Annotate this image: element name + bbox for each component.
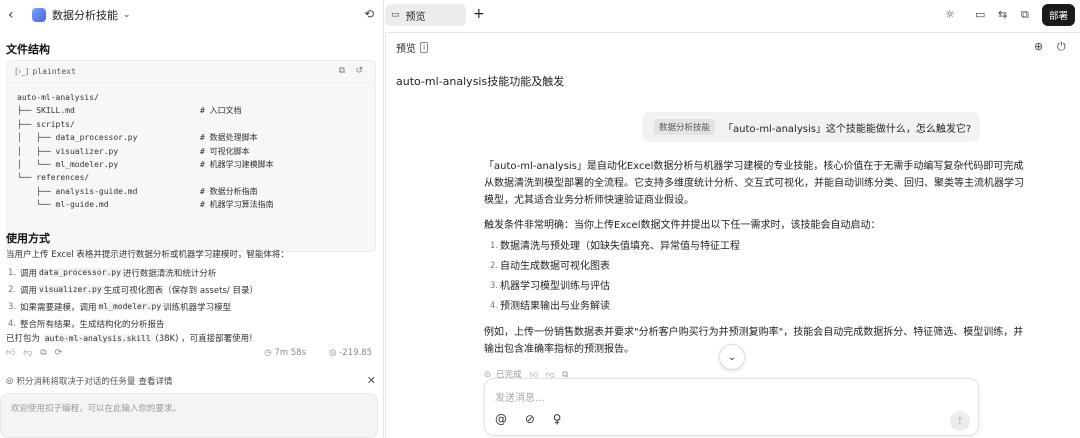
code-block-header: [›_] plaintext ⧉ ↺ — [7, 61, 375, 83]
trigger-list: 1. 数据清洗与预处理（如缺失值填充、异常值与特征工程 2. 自动生成数据可视化图表… — [484, 236, 1024, 316]
preview-pane: ▭ 预览 + ☼ ▭ ⇆ ⧉ 部署 预览 i ⊕ ⏻ auto-ml-analy… — [385, 0, 1080, 438]
message-scroll-area[interactable]: 文件结构 [›_] plaintext ⧉ ↺ auto-ml-analysis… — [0, 30, 384, 370]
send-button[interactable]: ↑ — [950, 411, 970, 431]
close-icon[interactable]: ✕ — [367, 374, 376, 387]
thumbs-down-icon[interactable]: 👎︎ — [23, 348, 32, 358]
preview-panel: 预览 i ⊕ ⏻ auto-ml-analysis技能功能及触发 数据分析技能 … — [385, 32, 1080, 438]
panel-header: 预览 i — [396, 40, 429, 55]
prompt-input[interactable]: 欢迎使用扣子编程，可以在此输入你的要求。 — [0, 393, 378, 438]
list-item: 1. 数据清洗与预处理（如缺失值填充、异常值与特征工程 — [490, 240, 740, 252]
wrap-icon[interactable]: ↺ — [355, 66, 363, 76]
answer-intro: 「auto-ml-analysis」是自动化Excel数据分析与机器学习建模的专… — [484, 161, 1024, 206]
upload-icon[interactable]: ⊕ — [1034, 40, 1043, 53]
list-item: 3. 机器学习模型训练与评估 — [490, 280, 610, 292]
prompt-placeholder: 欢迎使用扣子编程，可以在此输入你的要求。 — [11, 404, 182, 414]
list-item: 2. 自动生成数据可视化图表 — [490, 260, 610, 272]
back-icon[interactable]: ‹ — [8, 7, 20, 23]
add-tab-icon[interactable]: + — [473, 6, 485, 22]
chat-pane: ‹ 数据分析技能 ⌄ ⟲ 文件结构 [›_] plaintext ⧉ ↺ aut… — [0, 0, 384, 438]
usage-steps: 1. 调用 data_processor.py 进行数据清洗和统计分析 2. 调用 … — [8, 264, 258, 332]
message-input[interactable]: 发送消息... @ ⊘ ♀ ↑ — [484, 378, 979, 436]
message-placeholder: 发送消息... — [495, 393, 545, 404]
regenerate-icon[interactable]: ⟳ — [55, 348, 63, 358]
notice-text: 积分消耗将取决于对话的任务量 — [16, 377, 136, 387]
preview-toolbar: ▭ 预览 + ☼ ▭ ⇆ ⧉ 部署 — [385, 0, 1080, 30]
list-item: 4. 预测结果输出与业务解读 — [490, 300, 610, 312]
share-icon[interactable]: ⏻ — [1057, 40, 1066, 54]
list-item: 1. 调用 data_processor.py 进行数据清洗和统计分析 — [8, 267, 217, 279]
packaged-note: 已打包为 auto-ml-analysis.skill (38K) ，可直接部署… — [6, 334, 253, 344]
usage-heading: 使用方式 — [6, 232, 50, 245]
conversation-title: auto-ml-analysis技能功能及触发 — [396, 75, 565, 88]
lightbulb-icon[interactable]: ♀ — [553, 412, 562, 426]
credit-notice: ◎ 积分消耗将取决于对话的任务量 查看详情 ✕ — [0, 372, 384, 390]
message-actions: 👍︎ 👎︎ ⧉ ⟳ ◷ 7m 58s ◎ -219.85 — [6, 348, 378, 362]
code-language: plaintext — [32, 67, 76, 76]
copy-icon[interactable]: ⧉ — [339, 66, 345, 76]
panel-title: 预览 — [396, 44, 416, 55]
scroll-down-button[interactable]: ⌄ — [719, 344, 745, 370]
usage-intro: 当用户上传 Excel 表格并提示进行数据分析或机器学习建模时，智能体将： — [6, 250, 289, 260]
user-question: 「auto-ml-analysis」这个技能能做什么，怎么触发它? — [723, 123, 972, 135]
input-tools: @ ⊘ ♀ — [495, 412, 576, 426]
info-icon: ◎ — [6, 376, 14, 386]
tab-preview[interactable]: ▭ 预览 — [385, 4, 466, 26]
mention-icon[interactable]: @ — [495, 412, 507, 426]
list-item: 2. 调用 visualizer.py 生成可视化图表（保存到 assets/ 目… — [8, 284, 258, 296]
deploy-button[interactable]: 部署 — [1042, 4, 1075, 26]
file-structure-heading: 文件结构 — [6, 43, 50, 56]
list-item: 3. 如果需要建模，调用 ml_modeler.py 训练机器学习模型 — [8, 301, 232, 313]
list-item: 4. 整合所有结果，生成结构化的分析报告 — [8, 318, 165, 330]
code-block: [›_] plaintext ⧉ ↺ auto-ml-analysis/ ├──… — [6, 60, 376, 252]
assistant-message: 「auto-ml-analysis」是自动化Excel数据分析与机器学习建模的专… — [484, 158, 1024, 366]
credit-cost: ◎ -219.85 — [329, 348, 372, 358]
chevron-down-icon[interactable]: ⌄ — [123, 10, 131, 20]
skill-avatar — [32, 8, 46, 22]
branch-icon[interactable]: ⇆ — [998, 8, 1007, 21]
trigger-intro: 触发条件非常明确：当你上传Excel数据文件并提出以下任一需求时，该技能会自动启… — [484, 220, 881, 231]
view-details-link[interactable]: 查看详情 — [138, 375, 172, 387]
user-message: 数据分析技能 「auto-ml-analysis」这个技能能做什么，怎么触发它? — [642, 112, 980, 142]
skill-name[interactable]: 数据分析技能 — [52, 7, 118, 23]
attach-icon[interactable]: ⊘ — [525, 412, 535, 426]
sun-icon[interactable]: ☼ — [945, 8, 955, 21]
elapsed-time: ◷ 7m 58s — [264, 348, 306, 358]
code-icon: [›_] — [15, 67, 29, 76]
copy-window-icon[interactable]: ⧉ — [1021, 8, 1029, 22]
browser-icon: ▭ — [391, 10, 400, 20]
history-icon[interactable]: ⟲ — [364, 7, 374, 21]
thumbs-up-icon[interactable]: 👍︎ — [6, 348, 15, 358]
copy-icon[interactable]: ⧉ — [40, 348, 46, 358]
chat-header: ‹ 数据分析技能 ⌄ ⟲ — [0, 0, 384, 30]
panel-info-icon[interactable]: i — [420, 42, 429, 53]
code-content: auto-ml-analysis/ ├── SKILL.md # 入口文档 ├─… — [17, 93, 274, 210]
example-paragraph: 例如，上传一份销售数据表并要求"分析客户购买行为并预测复购率"，技能会自动完成数… — [484, 327, 1024, 355]
folder-icon[interactable]: ▭ — [975, 8, 985, 21]
skill-tag: 数据分析技能 — [654, 119, 716, 135]
